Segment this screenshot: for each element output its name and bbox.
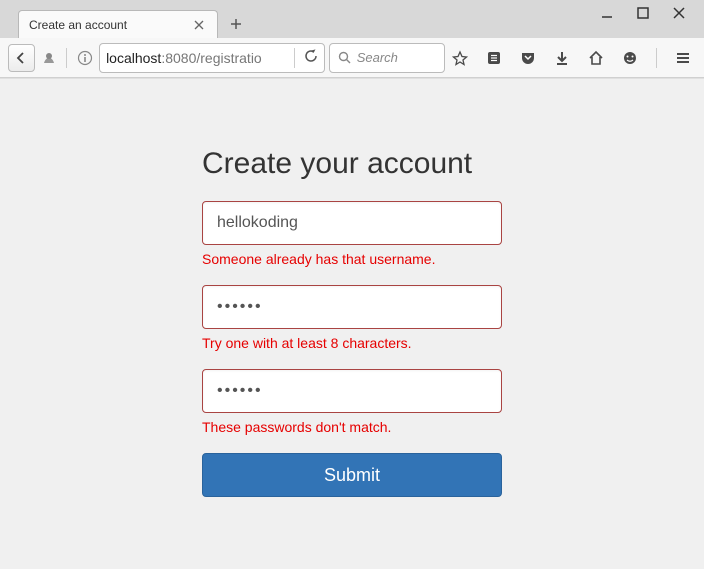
maximize-button[interactable] bbox=[636, 6, 650, 20]
search-icon bbox=[338, 51, 351, 64]
submit-button[interactable]: Submit bbox=[202, 453, 502, 497]
address-bar[interactable]: localhost:8080/registratio bbox=[99, 43, 325, 73]
submit-label: Submit bbox=[324, 465, 380, 486]
separator bbox=[66, 48, 67, 68]
password-error: Try one with at least 8 characters. bbox=[202, 335, 502, 351]
smiley-icon[interactable] bbox=[619, 47, 641, 69]
search-bar[interactable]: Search bbox=[329, 43, 445, 73]
page-title: Create your account bbox=[202, 147, 502, 181]
info-icon[interactable] bbox=[74, 47, 95, 69]
new-tab-button[interactable] bbox=[222, 10, 250, 38]
hamburger-menu-icon[interactable] bbox=[672, 47, 694, 69]
firebug-icon[interactable] bbox=[39, 47, 60, 69]
home-icon[interactable] bbox=[585, 47, 607, 69]
tab-title: Create an account bbox=[29, 18, 127, 32]
reload-icon[interactable] bbox=[304, 49, 318, 66]
reader-icon[interactable] bbox=[483, 47, 505, 69]
password-input[interactable] bbox=[202, 285, 502, 329]
username-input[interactable] bbox=[202, 201, 502, 245]
username-error: Someone already has that username. bbox=[202, 251, 502, 267]
back-button[interactable] bbox=[8, 44, 35, 72]
browser-toolbar: localhost:8080/registratio Search bbox=[0, 38, 704, 78]
separator bbox=[656, 48, 657, 68]
tab-bar: Create an account bbox=[0, 0, 704, 38]
url-path: :8080/registratio bbox=[161, 50, 261, 66]
search-placeholder: Search bbox=[357, 50, 398, 65]
username-field-group: Someone already has that username. bbox=[202, 201, 502, 267]
page-content: Create your account Someone already has … bbox=[0, 78, 704, 569]
close-tab-icon[interactable] bbox=[191, 17, 207, 33]
downloads-icon[interactable] bbox=[551, 47, 573, 69]
browser-tab[interactable]: Create an account bbox=[18, 10, 218, 38]
close-window-button[interactable] bbox=[672, 6, 686, 20]
minimize-button[interactable] bbox=[600, 6, 614, 20]
confirm-password-error: These passwords don't match. bbox=[202, 419, 502, 435]
confirm-password-field-group: These passwords don't match. bbox=[202, 369, 502, 435]
bookmark-star-icon[interactable] bbox=[449, 47, 471, 69]
password-field-group: Try one with at least 8 characters. bbox=[202, 285, 502, 351]
pocket-icon[interactable] bbox=[517, 47, 539, 69]
registration-form: Create your account Someone already has … bbox=[202, 147, 502, 497]
confirm-password-input[interactable] bbox=[202, 369, 502, 413]
separator bbox=[294, 48, 295, 68]
url-host: localhost bbox=[106, 50, 161, 66]
